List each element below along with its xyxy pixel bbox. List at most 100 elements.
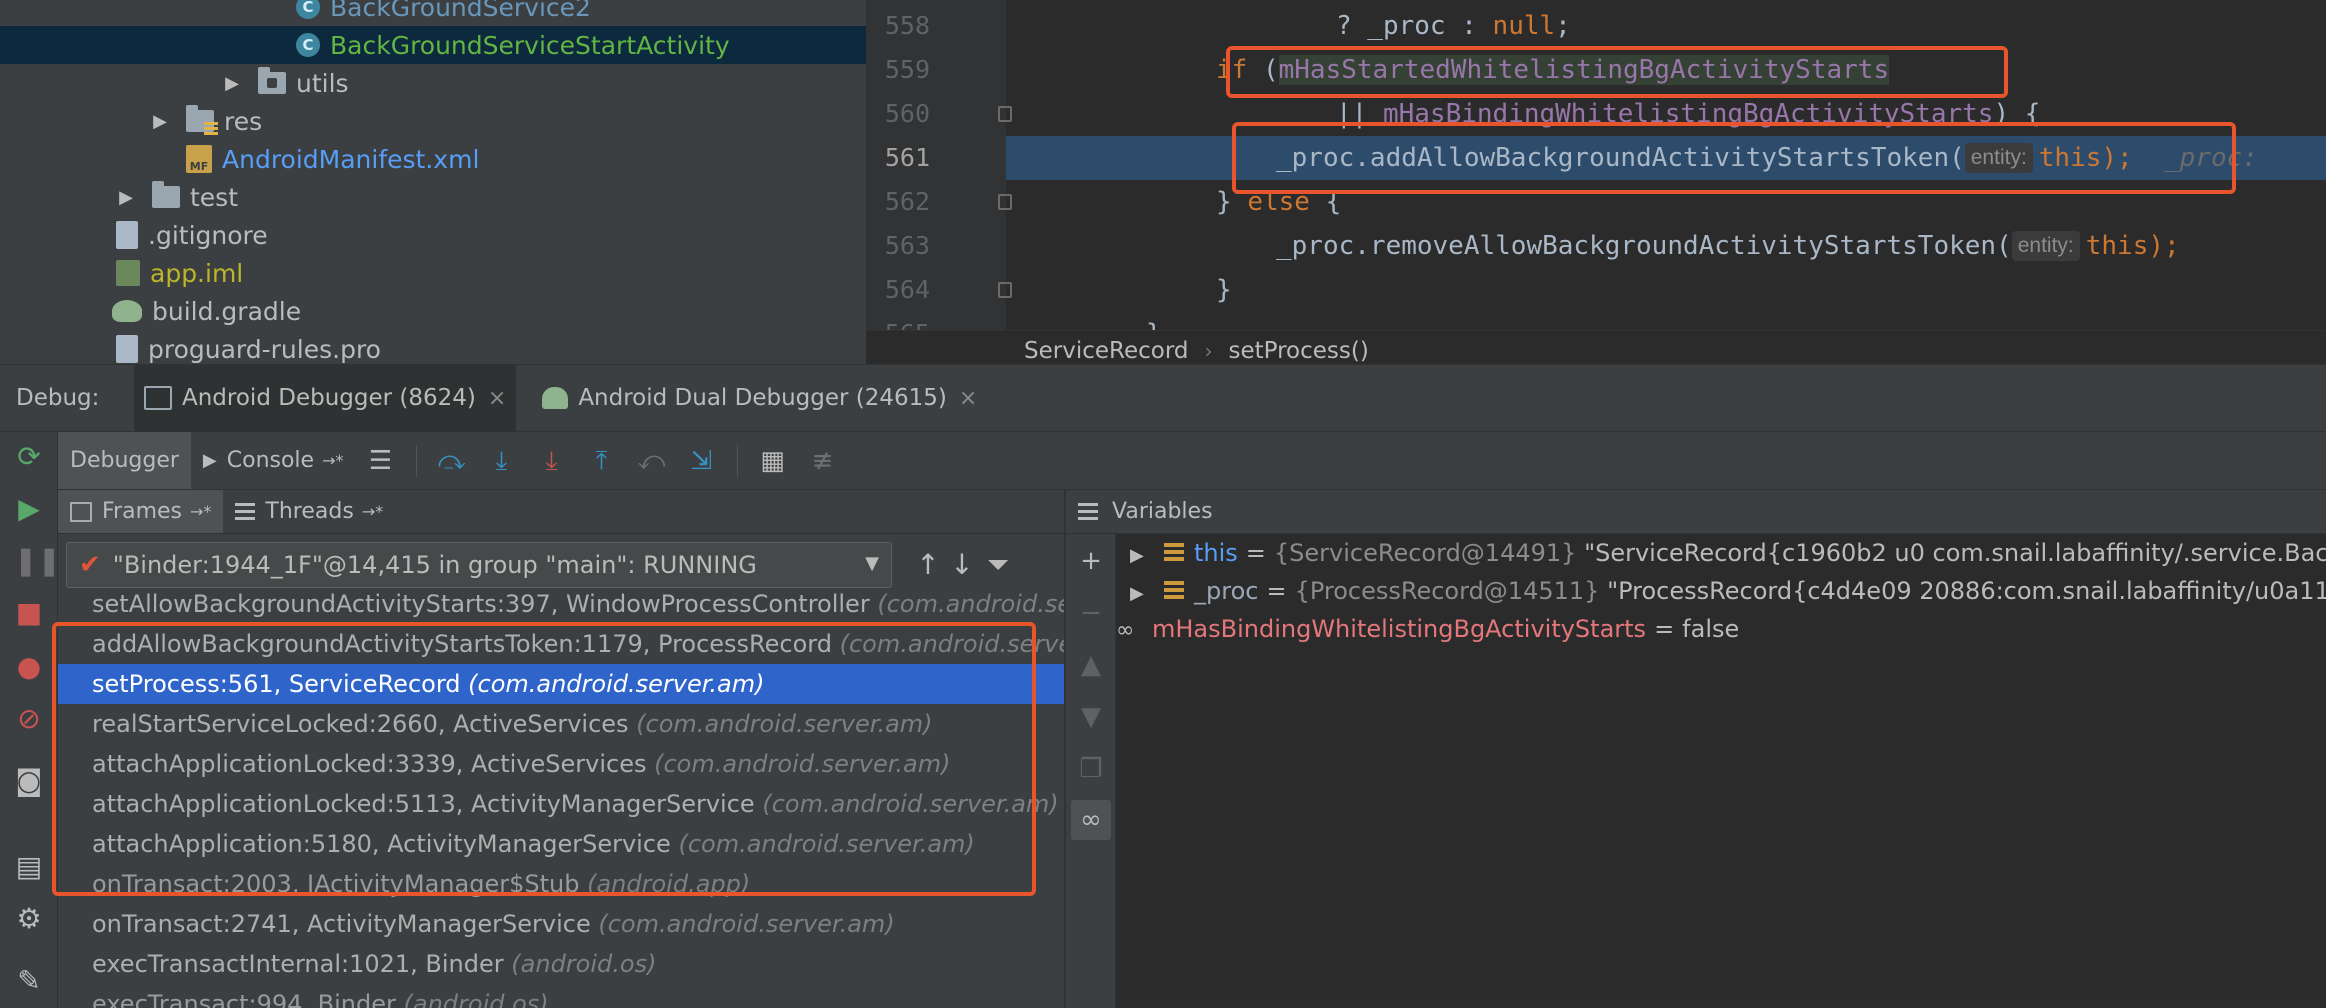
package-folder-icon (258, 67, 286, 94)
frame-row[interactable]: onTransact:2003, IActivityManager$Stub (… (58, 864, 1064, 904)
tab-threads[interactable]: Threads →* (223, 490, 395, 533)
code-line-558: ? _proc : null; (1336, 11, 1571, 41)
variables-header: Variables (1066, 490, 2326, 534)
field-mHasStartedWhitelistingBgActivityStarts[interactable]: mHasStartedWhitelistingBgActivityStarts (1278, 55, 1890, 85)
show-execution-point-icon[interactable]: ☰ (364, 444, 398, 478)
gear-icon[interactable]: ⚙ (14, 904, 44, 934)
expand-arrow-icon[interactable]: ▶ (1130, 575, 1154, 613)
file-icon (116, 335, 138, 363)
frame-row[interactable]: onTransact:2741, ActivityManagerService … (58, 904, 1064, 944)
tree-item[interactable]: ▶ res (0, 102, 866, 140)
evaluate-expression-icon[interactable]: ▦ (756, 444, 790, 478)
session-tab-android-dual-debugger[interactable]: Android Dual Debugger (24615) × (532, 365, 987, 431)
code-line-561: _proc.addAllowBackgroundActivityStartsTo… (1276, 143, 2274, 173)
step-out-icon[interactable]: ⤒ (585, 444, 619, 478)
tree-item[interactable]: .gitignore (0, 216, 866, 254)
frame-row[interactable]: attachApplication:5180, ActivityManagerS… (58, 824, 1064, 864)
tree-item[interactable]: MF AndroidManifest.xml (0, 140, 866, 178)
variable-row-this[interactable]: ▶ this = {ServiceRecord@14491} "ServiceReco… (1116, 534, 2326, 572)
fold-marker-icon[interactable] (998, 282, 1012, 298)
toolbar-separator (736, 444, 738, 477)
tree-item[interactable]: ▶ utils (0, 64, 866, 102)
camera-icon[interactable]: ◙ (14, 766, 44, 796)
tree-item[interactable]: build.gradle (0, 292, 866, 330)
next-frame-button[interactable]: ↓ (942, 542, 982, 588)
close-icon[interactable]: × (959, 386, 977, 411)
step-into-icon[interactable]: ⤓ (485, 444, 519, 478)
field-icon (1164, 581, 1184, 601)
pin-tab-icon[interactable]: →* (362, 502, 383, 521)
variable-row-proc[interactable]: ▶ _proc = {ProcessRecord@14511} "ProcessRec… (1116, 572, 2326, 610)
session-tab-android-debugger[interactable]: Android Debugger (8624) × (134, 365, 517, 431)
watch-glasses-icon: ∞ (1116, 618, 1135, 643)
frame-row-selected[interactable]: setProcess:561, ServiceRecord (com.andro… (58, 664, 1064, 704)
layout-icon[interactable]: ▤ (14, 852, 44, 882)
step-over-icon[interactable]: ⤼ (435, 444, 469, 478)
thread-selector[interactable]: ✔ "Binder:1944_1F"@14,415 in group "main… (66, 542, 892, 588)
force-step-into-icon[interactable]: ⤓ (535, 444, 569, 478)
drop-frame-icon[interactable]: ⤺ (635, 444, 669, 478)
move-up-icon[interactable]: ▲ (1076, 650, 1106, 680)
frame-row[interactable]: addAllowBackgroundActivityStartsToken:11… (58, 624, 1064, 664)
java-class-icon: C (296, 33, 320, 57)
tree-item[interactable]: app.iml (0, 254, 866, 292)
breadcrumb-item[interactable]: ServiceRecord (1024, 338, 1188, 364)
breadcrumb-separator-icon: › (1204, 338, 1213, 363)
tree-item[interactable]: proguard-rules.pro (0, 330, 866, 364)
android-icon (542, 387, 569, 409)
pin-tab-icon[interactable]: →* (190, 502, 211, 521)
console-icon: ▶ (202, 450, 217, 471)
fold-marker-icon[interactable] (998, 106, 1012, 122)
show-watches-icon[interactable]: ∞ (1071, 800, 1111, 840)
debug-side-toolbar: ⟳ ▶ ❚❚ ■ ● ⊘ ◙ ▤ ⚙ ✎ (0, 432, 61, 1008)
view-breakpoints-icon[interactable]: ● (14, 652, 44, 682)
resume-icon[interactable]: ▶ (14, 494, 44, 524)
stop-icon[interactable]: ■ (14, 598, 44, 628)
inline-debug-value: _proc: (2164, 143, 2274, 173)
expand-arrow-icon[interactable]: ▶ (150, 111, 170, 132)
line-number: 565 (866, 312, 930, 330)
trace-current-stream-icon[interactable]: ≢ (806, 444, 840, 478)
frame-row[interactable]: realStartServiceLocked:2660, ActiveServi… (58, 704, 1064, 744)
frame-row[interactable]: execTransact:994, Binder (android.os) (58, 984, 1064, 1008)
code-editor[interactable]: 558 559 560 561 562 ? _proc : null; if (… (866, 0, 2326, 222)
variables-tree: ▶ this = {ServiceRecord@14491} "ServiceReco… (1116, 534, 2326, 1008)
frame-row[interactable]: setAllowBackgroundActivityStarts:397, Wi… (58, 584, 1064, 624)
tree-item[interactable]: C BackGroundService2 (0, 0, 866, 26)
close-icon[interactable]: × (488, 386, 506, 411)
pause-icon[interactable]: ❚❚ (14, 546, 61, 576)
expand-arrow-icon[interactable]: ▶ (1130, 537, 1154, 575)
mute-breakpoints-icon[interactable]: ⊘ (14, 704, 44, 734)
breadcrumb-item[interactable]: setProcess() (1228, 338, 1368, 364)
tab-debugger[interactable]: Debugger (58, 432, 191, 489)
remove-watch-icon[interactable]: − (1076, 598, 1106, 628)
tree-item-selected[interactable]: C BackGroundServiceStartActivity (0, 26, 866, 64)
editor-gutter[interactable]: 558 559 560 561 562 (866, 0, 1012, 222)
debug-tool-window-header: Debug: Android Debugger (8624) × Android… (0, 364, 2326, 432)
frames-tabs: Frames →* Threads →* (58, 490, 1064, 534)
frame-row[interactable]: attachApplicationLocked:3339, ActiveServ… (58, 744, 1064, 784)
add-watch-icon[interactable]: + (1076, 546, 1106, 576)
fold-marker-icon[interactable] (998, 194, 1012, 210)
frame-row[interactable]: attachApplicationLocked:5113, ActivityMa… (58, 784, 1064, 824)
line-number: 560 (884, 99, 930, 128)
java-class-icon: C (296, 0, 320, 19)
pin-tab-icon[interactable]: →* (322, 451, 343, 470)
tab-console[interactable]: ▶ Console →* (191, 432, 356, 489)
editor-lower-area[interactable]: 563 564 565 _proc.removeAllowBackgroundA… (866, 222, 2326, 330)
code-line-564: } (1216, 275, 1232, 305)
tab-frames[interactable]: Frames →* (58, 490, 224, 533)
pin-icon[interactable]: ✎ (14, 966, 44, 996)
editor-gutter: 563 564 565 (866, 222, 1012, 330)
expand-arrow-icon[interactable]: ▶ (116, 187, 136, 208)
duplicate-watch-icon[interactable]: ❐ (1076, 754, 1106, 784)
code-line-560: || mHasBindingWhitelistingBgActivityStar… (1336, 99, 2041, 129)
filter-icon[interactable]: ⏷ (978, 542, 1018, 588)
tree-item[interactable]: ▶ test (0, 178, 866, 216)
expand-arrow-icon[interactable]: ▶ (222, 73, 242, 94)
move-down-icon[interactable]: ▼ (1076, 702, 1106, 732)
run-to-cursor-icon[interactable]: ⇲ (685, 444, 719, 478)
watch-row[interactable]: ∞ mHasBindingWhitelistingBgActivityStarts… (1116, 610, 1739, 648)
frame-row[interactable]: execTransactInternal:1021, Binder (andro… (58, 944, 1064, 984)
rerun-icon[interactable]: ⟳ (14, 442, 44, 472)
